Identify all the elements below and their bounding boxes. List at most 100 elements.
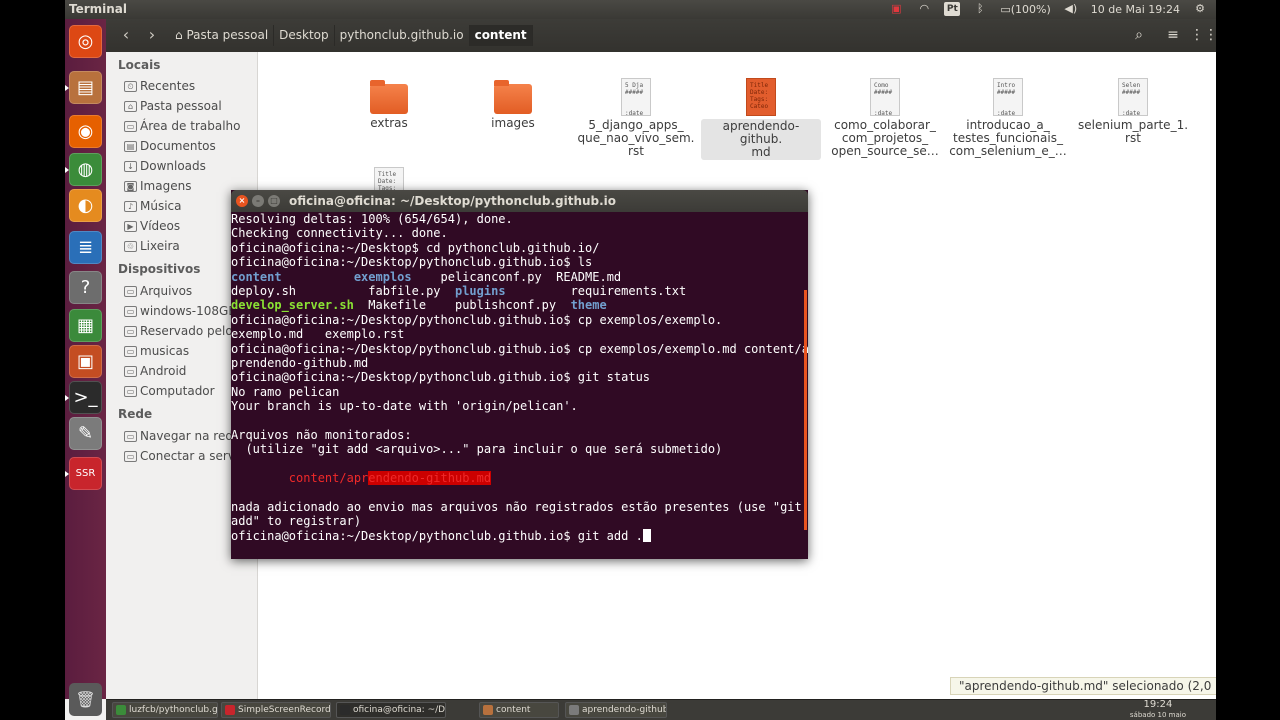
sidebar-item-label: windows-108GB <box>140 304 237 318</box>
file-name: como_colaborar_ com_projetos_ open_source_… <box>825 119 945 158</box>
ubuntu-dash-icon[interactable]: ◎ <box>69 25 102 58</box>
task-app-icon <box>569 705 579 715</box>
terminal-text: Your branch is up-to-date with 'origin/p… <box>231 399 578 414</box>
sidebar-item-locais-3[interactable]: ▤ Documentos <box>124 139 216 153</box>
sidebar-item-label: Conectar a servi <box>140 449 239 463</box>
terminal-text: Resolving deltas: 100% (654/654), done. <box>231 212 513 226</box>
wifi-icon[interactable]: ◠ <box>916 2 932 16</box>
battery-indicator[interactable]: ▭(100%) <box>1000 3 1050 16</box>
terminal-line: oficina@oficina:~/Desktop/pythonclub.git… <box>231 313 808 327</box>
sidebar-item-locais-8[interactable]: ♲ Lixeira <box>124 239 180 253</box>
terminal-output[interactable]: Resolving deltas: 100% (654/654), done. C… <box>231 212 808 559</box>
writer-icon[interactable]: ≣ <box>69 231 102 264</box>
breadcrumb-content[interactable]: content <box>469 25 533 46</box>
sidebar-item-dispositivos-3[interactable]: ▭ musicas <box>124 344 189 358</box>
sidebar-item-rede-1[interactable]: ▭ Conectar a servi <box>124 449 238 463</box>
terminal-line: (utilize "git add <arquivo>..." para inc… <box>231 442 808 456</box>
close-icon[interactable]: × <box>236 195 248 207</box>
sidebar-item-label: Vídeos <box>140 219 181 233</box>
volume-icon[interactable]: ◀) <box>1063 2 1079 16</box>
trash-icon[interactable]: 🗑 <box>69 683 102 716</box>
firefox-icon[interactable]: ◉ <box>69 115 102 148</box>
file-preview: Intro ##### :date <box>997 82 1016 117</box>
terminal-text: prendendo-github.md <box>231 355 369 370</box>
taskbar-clock[interactable]: 19:24 sábado 10 maio <box>1130 700 1186 720</box>
file-item[interactable]: Title Date: Tags: Cateo aprendendo-github… <box>701 78 821 160</box>
sidebar-dispositivos-icon: ▭ <box>124 285 137 297</box>
taskbar-task[interactable]: luzfcb/pythonclub.gi... <box>112 702 218 718</box>
sidebar-item-label: Imagens <box>140 179 192 193</box>
battery-icon: ▭ <box>1000 2 1011 16</box>
terminal-text: oficina@oficina:~/Desktop$ cd pythonclub… <box>231 240 600 255</box>
sidebar-locais-icon: ⌂ <box>124 100 137 112</box>
ubuntu-software-icon[interactable]: ◐ <box>69 189 102 222</box>
sidebar-item-locais-2[interactable]: ▭ Área de trabalho <box>124 119 241 133</box>
search-icon[interactable]: ⌕ <box>1128 25 1150 45</box>
terminal-scrollbar[interactable] <box>804 290 807 530</box>
battery-percentage: (100%) <box>1010 2 1051 16</box>
file-item[interactable]: Intro ##### :date introducao_a_ testes_fun… <box>948 78 1068 158</box>
file-item[interactable]: Como ##### :date como_colaborar_ com_proje… <box>825 78 945 158</box>
sidebar-item-rede-0[interactable]: ▭ Navegar na rede <box>124 429 240 443</box>
task-app-icon <box>116 705 126 715</box>
calc-icon[interactable]: ▦ <box>69 309 102 342</box>
taskbar-task[interactable]: aprendendo-github.... <box>565 702 667 718</box>
sidebar-item-label: Reservado pelo <box>140 324 233 338</box>
breadcrumb-home[interactable]: ⌂ Pasta pessoal <box>170 25 275 46</box>
selection-status: "aprendendo-github.md" selecionado (2,0 … <box>950 677 1216 695</box>
breadcrumb-desktop[interactable]: Desktop <box>274 25 335 46</box>
terminal-window: × – □ oficina@oficina: ~/Desktop/pythonc… <box>231 190 808 559</box>
sidebar-item-locais-7[interactable]: ▶ Vídeos <box>124 219 180 233</box>
screen-recorder-icon[interactable]: SSR <box>65 457 102 490</box>
minimize-icon[interactable]: – <box>252 195 264 207</box>
keyboard-layout-indicator[interactable]: Pt <box>944 2 961 16</box>
file-item[interactable]: extras <box>329 80 449 130</box>
settings-gear-icon[interactable]: ⚙ <box>1192 2 1208 16</box>
file-item[interactable]: 5 Dja ##### :date 5_django_apps_ que_nao_v… <box>576 78 696 158</box>
task-label: SimpleScreenRecorder <box>238 705 331 715</box>
sidebar-item-dispositivos-2[interactable]: ▭ Reservado pelo <box>124 324 233 338</box>
maximize-icon[interactable]: □ <box>268 195 280 207</box>
indicator-area: ▣ ◠ Pt ᛒ ▭(100%) ◀) 10 de Mai 19:24 ⚙ <box>888 2 1208 16</box>
sidebar-item-label: musicas <box>140 344 190 358</box>
taskbar-task[interactable]: SimpleScreenRecorder <box>221 702 331 718</box>
terminal-text: No ramo pelican <box>231 384 340 399</box>
file-preview: Como ##### :date <box>874 82 893 117</box>
chrome-icon[interactable]: ◍ <box>65 153 102 186</box>
file-name-line: com_selenium_e_… <box>949 144 1067 158</box>
sidebar-item-dispositivos-5[interactable]: ▭ Computador <box>124 384 215 398</box>
sidebar-item-dispositivos-1[interactable]: ▭ windows-108GB <box>124 304 237 318</box>
sidebar-item-locais-1[interactable]: ⌂ Pasta pessoal <box>124 99 222 113</box>
file-item[interactable]: images <box>453 80 573 130</box>
folder-icon <box>494 80 532 114</box>
text-editor-icon[interactable]: ✎ <box>69 417 102 450</box>
forward-button[interactable]: › <box>140 25 164 45</box>
bluetooth-icon[interactable]: ᛒ <box>972 2 988 16</box>
files-launcher-icon[interactable]: ▤ <box>65 71 102 104</box>
impress-icon[interactable]: ▣ <box>69 345 102 378</box>
view-grid-icon[interactable]: ⋮⋮ <box>1190 25 1216 45</box>
menu-icon[interactable]: ≡ <box>1162 25 1184 45</box>
sidebar-item-locais-0[interactable]: ⏲ Recentes <box>124 79 195 93</box>
back-button[interactable]: ‹ <box>114 25 138 45</box>
terminal-text: oficina@oficina:~/Desktop/pythonclub.git… <box>231 341 808 356</box>
terminal-icon[interactable]: >_ <box>65 381 102 414</box>
terminal-text: pelicanconf.py README.md <box>411 269 622 284</box>
clock[interactable]: 10 de Mai 19:24 <box>1091 3 1180 16</box>
taskbar-task[interactable]: oficina@oficina: ~/D... <box>336 702 446 718</box>
network-status-icon[interactable]: ▣ <box>888 2 904 16</box>
sidebar-item-dispositivos-4[interactable]: ▭ Android <box>124 364 186 378</box>
help-icon[interactable]: ? <box>69 271 102 304</box>
terminal-text: theme <box>570 298 607 313</box>
sidebar-item-dispositivos-0[interactable]: ▭ Arquivos <box>124 284 192 298</box>
sidebar-item-locais-6[interactable]: ♪ Música <box>124 199 182 213</box>
terminal-titlebar[interactable]: × – □ oficina@oficina: ~/Desktop/pythonc… <box>231 190 808 212</box>
sidebar-item-locais-4[interactable]: ↓ Downloads <box>124 159 206 173</box>
breadcrumb-pythonclub[interactable]: pythonclub.github.io <box>335 25 470 46</box>
file-item[interactable]: Selen ##### :date selenium_parte_1. rst <box>1073 78 1193 145</box>
sidebar-item-locais-5[interactable]: ◙ Imagens <box>124 179 191 193</box>
folder-icon <box>370 80 408 114</box>
sidebar-locais-icon: ▶ <box>124 220 137 232</box>
taskbar-task[interactable]: content <box>479 702 559 718</box>
text-file-icon: Como ##### :date <box>870 78 900 117</box>
